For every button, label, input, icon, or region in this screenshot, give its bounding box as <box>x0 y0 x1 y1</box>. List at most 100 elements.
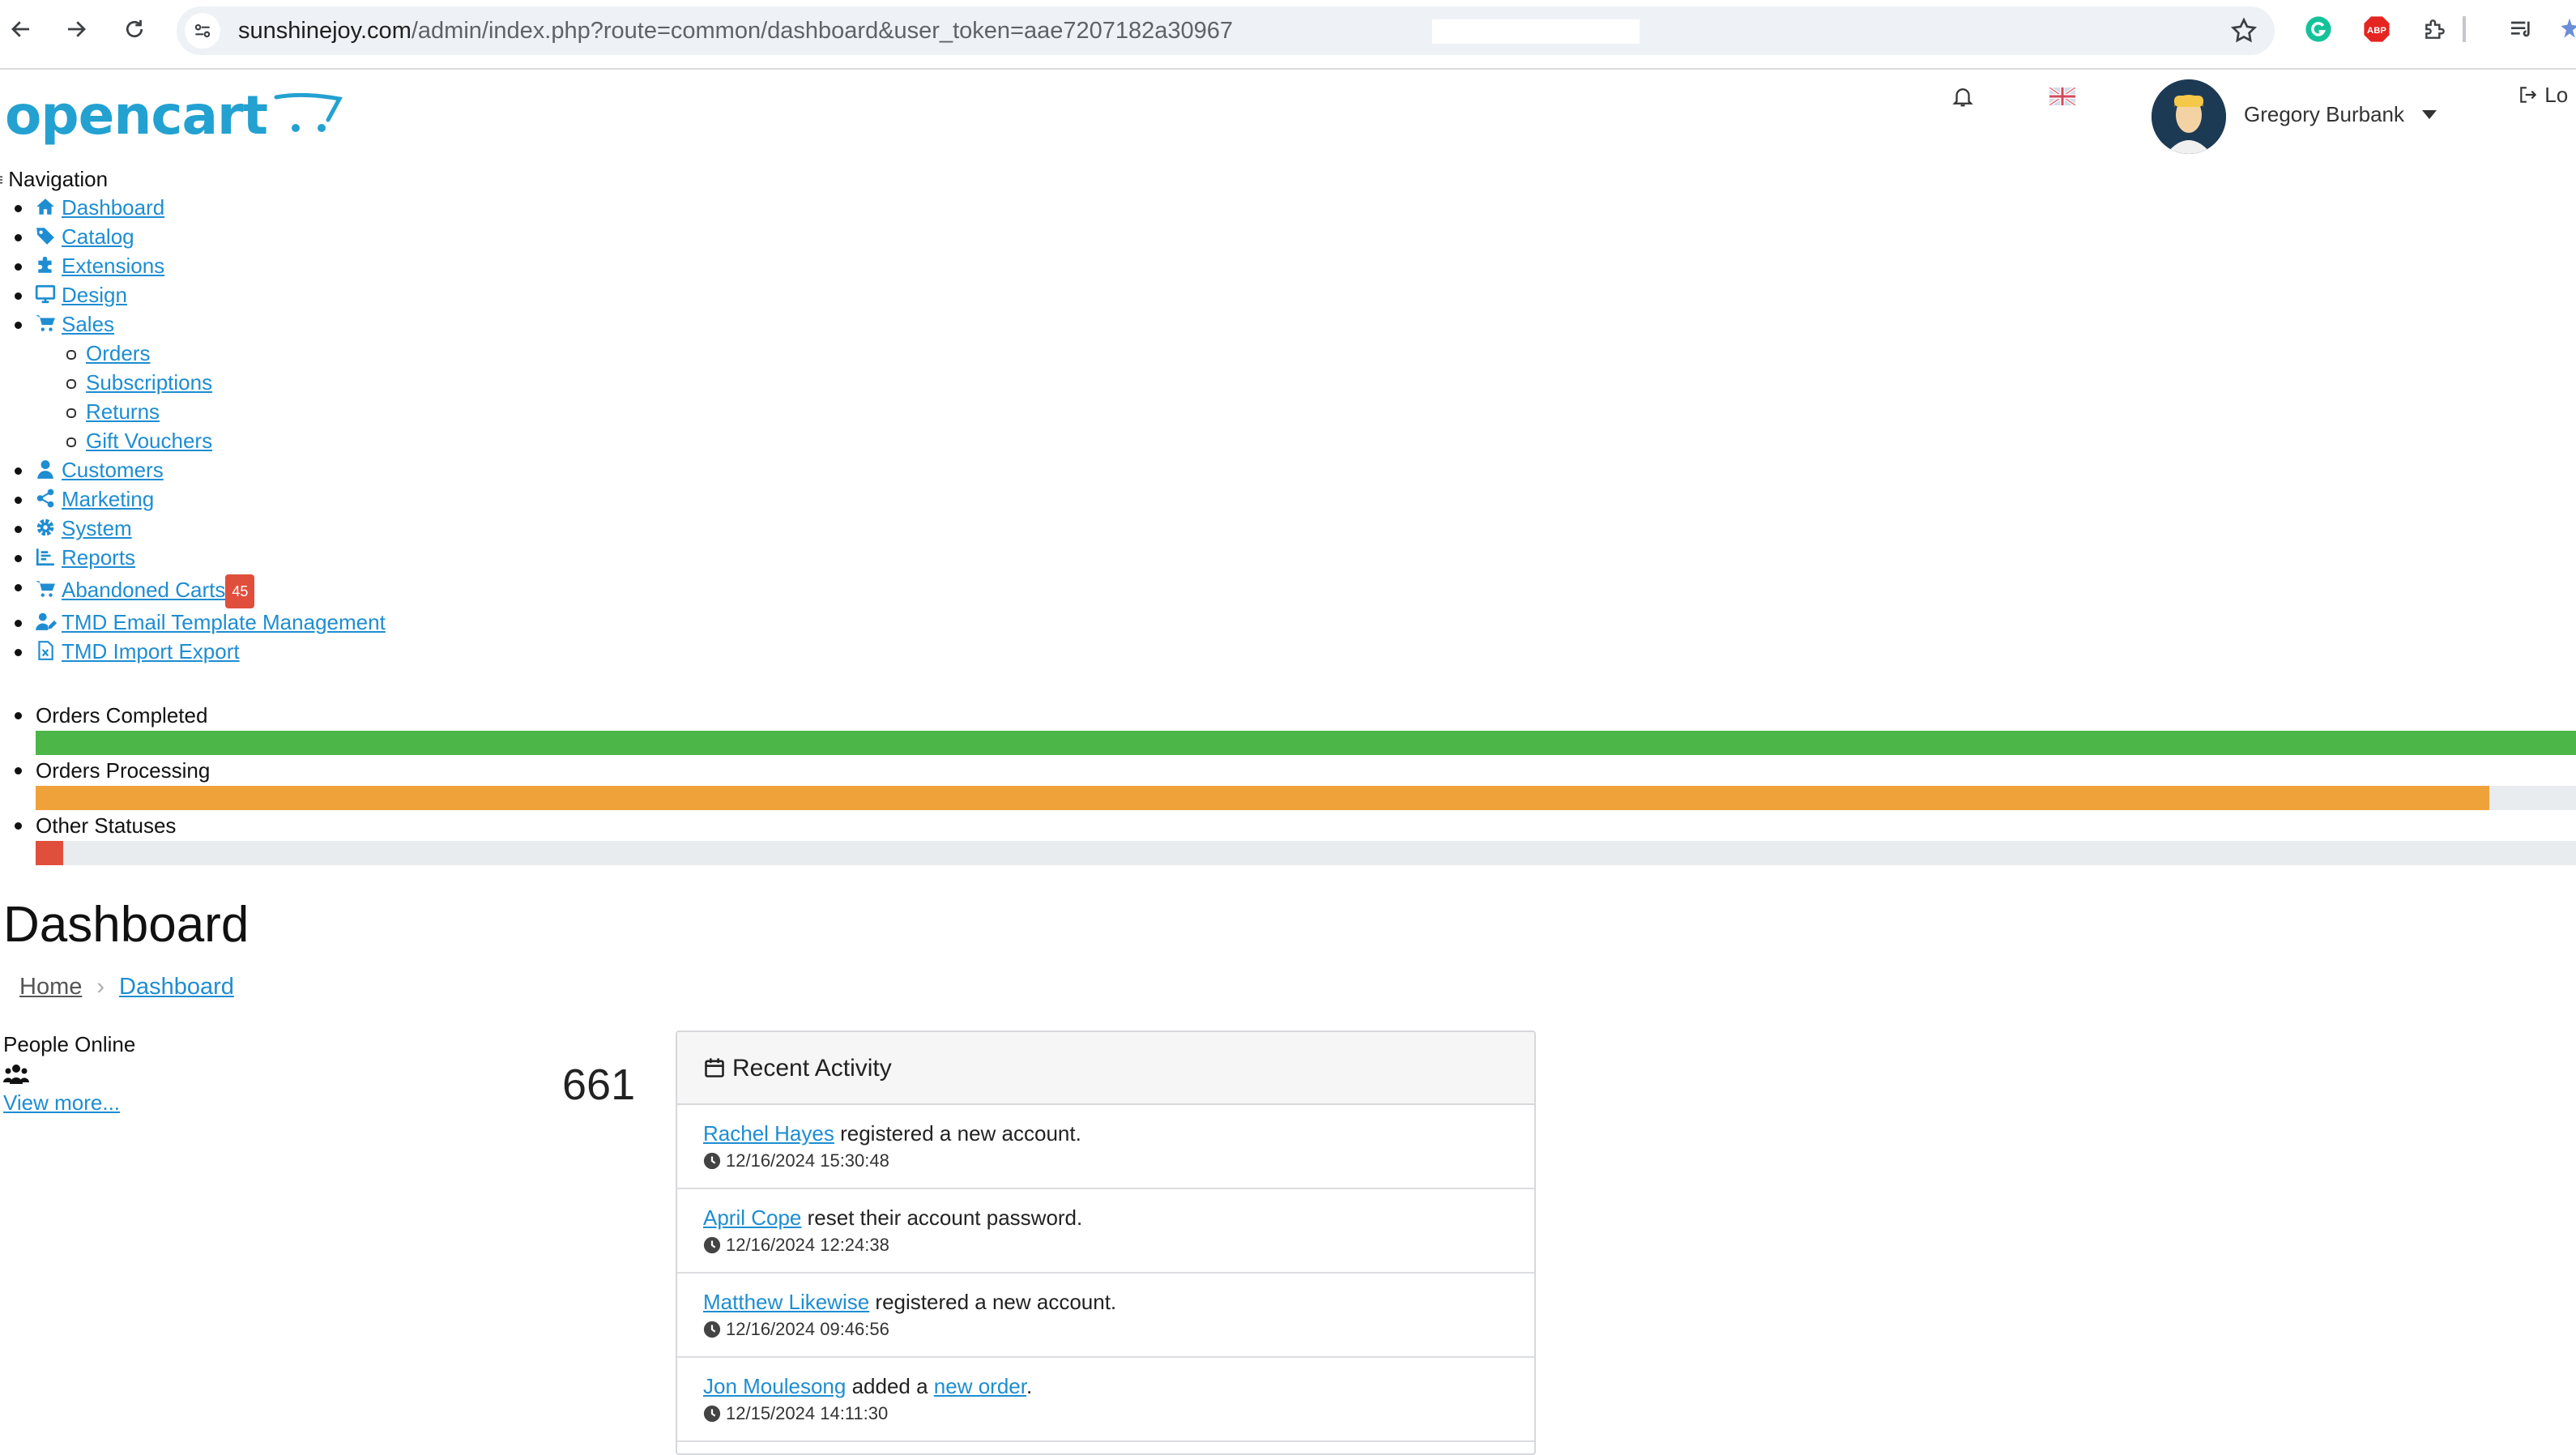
nav-subitem-returns: Returns <box>0 397 386 426</box>
opencart-logo[interactable]: opencart <box>5 84 344 147</box>
activity-order-link[interactable]: new order <box>934 1374 1026 1398</box>
nav-link-extensions[interactable]: Extensions <box>34 254 164 278</box>
nav-link-subscriptions[interactable]: Subscriptions <box>86 370 212 395</box>
activity-text-tail: . <box>1026 1374 1033 1398</box>
recent-activity-header: Recent Activity <box>677 1032 1534 1105</box>
gear-icon <box>34 516 58 537</box>
nav-item-catalog: Catalog <box>0 222 386 251</box>
activity-customer-link[interactable]: Jon Moulesong <box>703 1374 846 1398</box>
user-avatar[interactable] <box>2152 79 2226 154</box>
activity-item: Rachel Hayes registered a new account. 1… <box>677 1105 1534 1189</box>
nav-item-dashboard: Dashboard <box>0 193 386 222</box>
nav-item-extensions: Extensions <box>0 251 386 280</box>
nav-link-orders[interactable]: Orders <box>86 341 150 365</box>
status-label: Orders Completed <box>36 703 208 728</box>
status-other-statuses: Other Statuses <box>0 812 2576 867</box>
nav-link-catalog[interactable]: Catalog <box>34 224 134 249</box>
nav-label: Dashboard <box>62 195 165 220</box>
nav-menu: Dashboard Catalog Extensions Design Sale… <box>0 193 386 666</box>
logo-text: opencart <box>5 84 268 147</box>
nav-title-label: Navigation <box>8 167 109 191</box>
browser-toolbar: sunshinejoy.com/admin/index.php?route=co… <box>0 0 2576 70</box>
nav-item-system: System <box>0 514 386 543</box>
activity-timestamp: 12/16/2024 09:46:56 <box>703 1316 1534 1343</box>
back-button[interactable] <box>0 8 42 50</box>
abandoned-carts-badge: 45 <box>225 574 255 609</box>
clock-icon <box>703 1321 721 1338</box>
nav-label: Customers <box>62 458 164 482</box>
nav-link-gift-vouchers[interactable]: Gift Vouchers <box>86 429 212 453</box>
nav-item-sales: Sales <box>0 309 386 339</box>
activity-customer-link[interactable]: April Cope <box>703 1205 801 1230</box>
people-online-label: People Online <box>3 1032 136 1056</box>
status-progress-track <box>36 731 2576 755</box>
tag-icon <box>34 224 58 245</box>
adblock-icon[interactable]: ABP <box>2361 13 2393 45</box>
nav-link-tmd-email[interactable]: TMD Email Template Management <box>34 610 386 634</box>
nav-label: Catalog <box>62 224 134 249</box>
status-progress-track <box>36 786 2576 810</box>
status-progress-track <box>36 841 2576 865</box>
recent-activity-title: Recent Activity <box>732 1055 892 1082</box>
status-orders-processing: Orders Processing <box>0 757 2576 812</box>
svg-text:ABP: ABP <box>2367 26 2386 36</box>
extensions-puzzle-icon[interactable] <box>2419 13 2451 45</box>
nav-link-system[interactable]: System <box>34 516 132 540</box>
activity-text: added a <box>846 1374 934 1398</box>
nav-link-dashboard[interactable]: Dashboard <box>34 195 164 220</box>
breadcrumb-dashboard[interactable]: Dashboard <box>119 974 234 1000</box>
activity-timestamp: 12/16/2024 12:24:38 <box>703 1231 1534 1259</box>
reload-button[interactable] <box>113 8 156 50</box>
nav-item-tmd-import-export: TMD Import Export <box>0 637 386 666</box>
nav-subitem-orders: Orders <box>0 339 386 368</box>
user-name[interactable]: Gregory Burbank <box>2244 102 2404 127</box>
nav-link-tmd-import-export[interactable]: TMD Import Export <box>34 639 240 663</box>
reading-list-icon[interactable] <box>2505 13 2537 45</box>
file-excel-icon <box>34 639 58 660</box>
status-orders-completed: Orders Completed <box>0 702 2576 757</box>
activity-customer-link[interactable]: Matthew Likewise <box>703 1290 869 1314</box>
logout-label: Lo <box>2544 83 2569 107</box>
forward-button[interactable] <box>55 8 97 50</box>
activity-time: 12/16/2024 15:30:48 <box>726 1150 889 1171</box>
chart-bar-icon <box>34 545 58 566</box>
caret-down-icon[interactable] <box>2422 110 2437 119</box>
toolbar-divider <box>2463 16 2466 42</box>
nav-link-sales[interactable]: Sales <box>34 312 114 336</box>
cart-icon <box>34 574 58 597</box>
grammarly-icon[interactable] <box>2302 13 2335 45</box>
nav-label: Marketing <box>62 487 155 511</box>
view-more-link[interactable]: View more... <box>3 1090 120 1116</box>
nav-link-marketing[interactable]: Marketing <box>34 487 154 511</box>
nav-link-design[interactable]: Design <box>34 283 127 307</box>
clock-icon <box>703 1236 721 1254</box>
nav-link-abandoned-carts[interactable]: Abandoned Carts <box>34 578 225 602</box>
bookmark-star-icon[interactable] <box>2229 16 2258 45</box>
breadcrumb-home[interactable]: Home <box>19 974 82 1000</box>
nav-label: Sales <box>62 312 115 336</box>
logout-link[interactable]: Lo <box>2518 83 2568 108</box>
status-label: Orders Processing <box>36 758 211 783</box>
activity-item: Matthew Likewise registered a new accoun… <box>677 1274 1534 1358</box>
clock-icon <box>703 1152 721 1170</box>
status-progress-fill <box>36 731 2576 755</box>
status-progress-fill <box>36 841 64 865</box>
bell-icon[interactable] <box>1951 83 1975 110</box>
activity-item: April Cope reset their account password.… <box>677 1189 1534 1274</box>
profile-icon[interactable] <box>2553 13 2576 45</box>
page-title: Dashboard <box>3 897 249 953</box>
address-bar[interactable]: sunshinejoy.com/admin/index.php?route=co… <box>177 6 2275 55</box>
nav-item-reports: Reports <box>0 543 386 572</box>
nav-item-marketing: Marketing <box>0 484 386 514</box>
nav-link-reports[interactable]: Reports <box>34 545 135 570</box>
site-info-icon[interactable] <box>185 13 220 49</box>
reload-icon <box>126 19 143 38</box>
activity-timestamp: 12/15/2024 14:11:30 <box>703 1400 1534 1427</box>
activity-customer-link[interactable]: Rachel Hayes <box>703 1121 834 1146</box>
url-text: sunshinejoy.com/admin/index.php?route=co… <box>238 6 1233 55</box>
uk-flag-icon[interactable] <box>2049 87 2075 105</box>
activity-text: registered a new account. <box>834 1121 1081 1146</box>
nav-link-returns[interactable]: Returns <box>86 399 160 424</box>
nav-link-customers[interactable]: Customers <box>34 458 164 482</box>
redacted-token <box>1432 19 1640 44</box>
